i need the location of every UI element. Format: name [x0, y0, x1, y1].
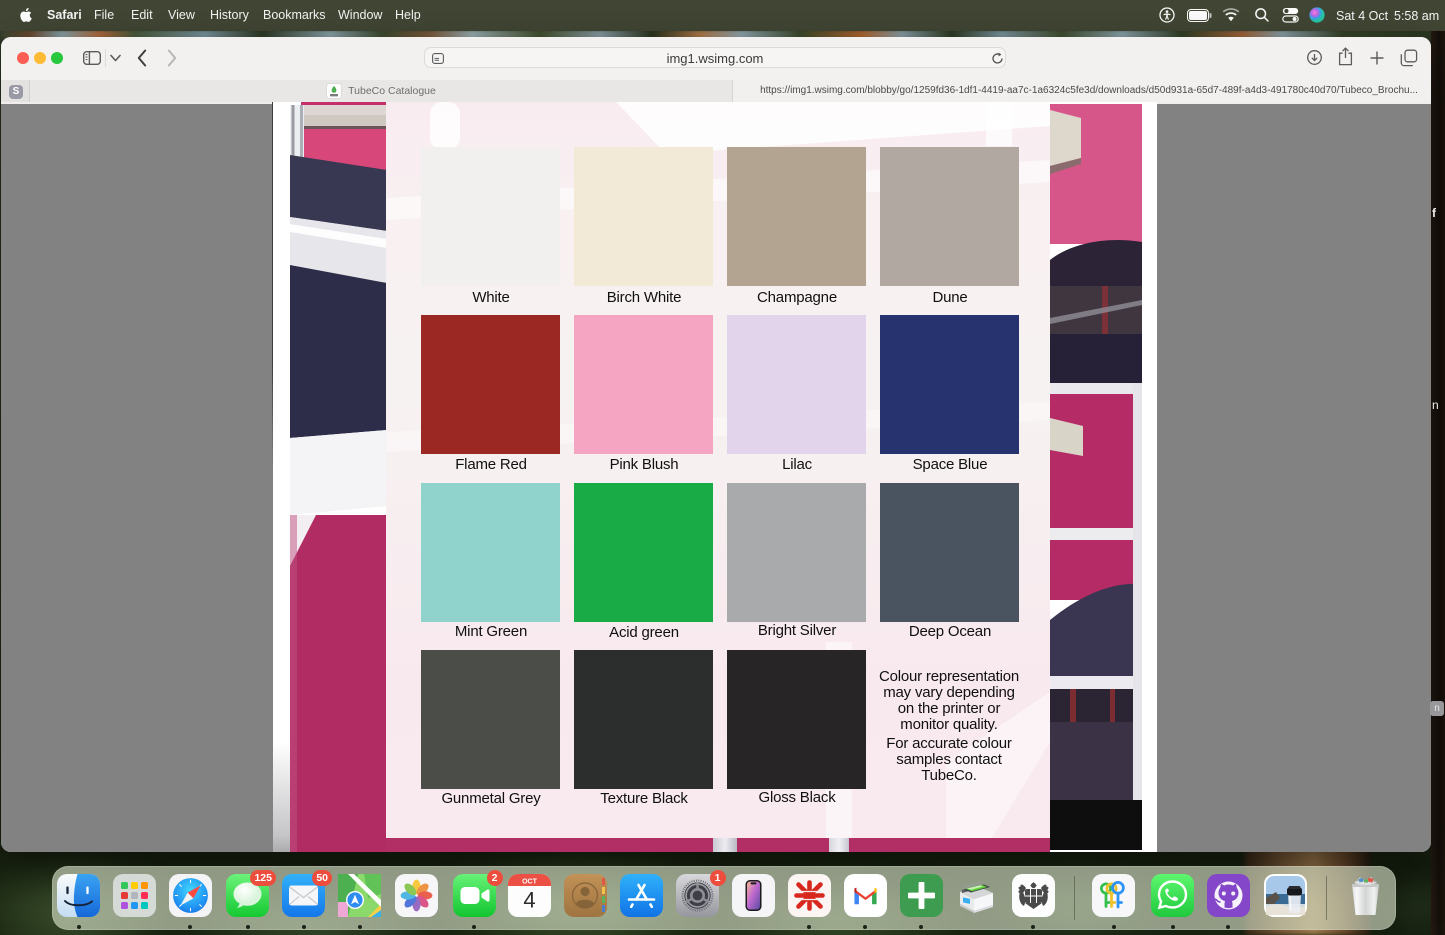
svg-text:4: 4	[523, 888, 535, 913]
svg-text:OCT: OCT	[522, 878, 538, 885]
